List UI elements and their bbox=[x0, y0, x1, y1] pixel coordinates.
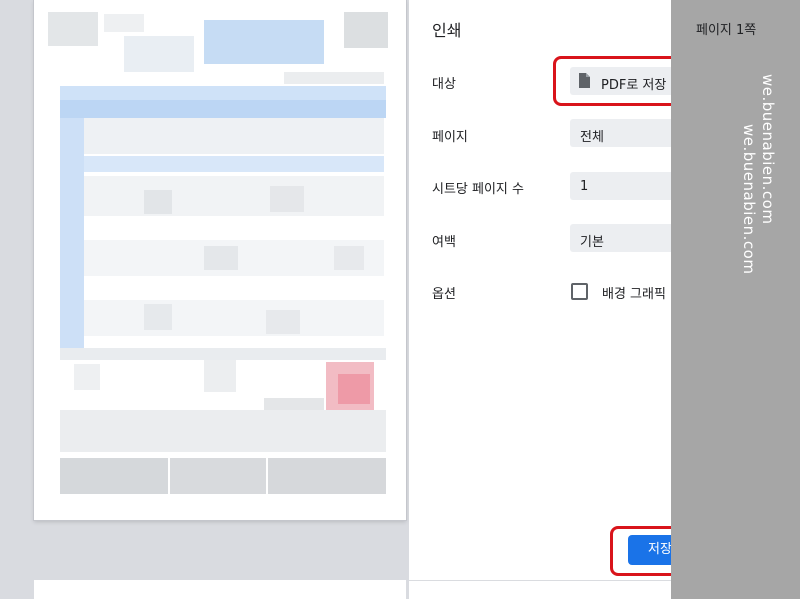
divider bbox=[409, 580, 671, 581]
margins-value: 기본 bbox=[580, 235, 604, 250]
dialog-title: 인쇄 bbox=[432, 21, 462, 40]
page-count-label: 페이지 1쪽 bbox=[696, 23, 757, 38]
pages-label: 페이지 bbox=[432, 130, 468, 145]
watermark-text: we.buenabien.com bbox=[759, 74, 777, 225]
gray-overlay-band bbox=[671, 0, 800, 599]
background-graphics-label: 배경 그래픽 bbox=[602, 287, 666, 302]
print-settings-panel: 인쇄 페이지 1쪽 대상 PDF로 저장 페이지 전체 시트당 페이지 수 1 … bbox=[409, 0, 764, 599]
pages-per-sheet-label: 시트당 페이지 수 bbox=[432, 182, 524, 197]
margins-label: 여백 bbox=[432, 235, 456, 250]
print-preview-area bbox=[0, 0, 409, 599]
destination-value: PDF로 저장 bbox=[601, 78, 667, 93]
options-label: 옵션 bbox=[432, 287, 456, 302]
pages-value: 전체 bbox=[580, 130, 604, 145]
watermark-text: we.buenabien.com bbox=[740, 124, 758, 275]
background-graphics-checkbox[interactable] bbox=[571, 283, 588, 300]
preview-next-page-edge bbox=[34, 580, 406, 599]
preview-page-thumbnail bbox=[34, 0, 406, 520]
destination-label: 대상 bbox=[432, 77, 456, 92]
document-icon bbox=[579, 73, 590, 88]
pages-per-sheet-value: 1 bbox=[580, 179, 589, 194]
